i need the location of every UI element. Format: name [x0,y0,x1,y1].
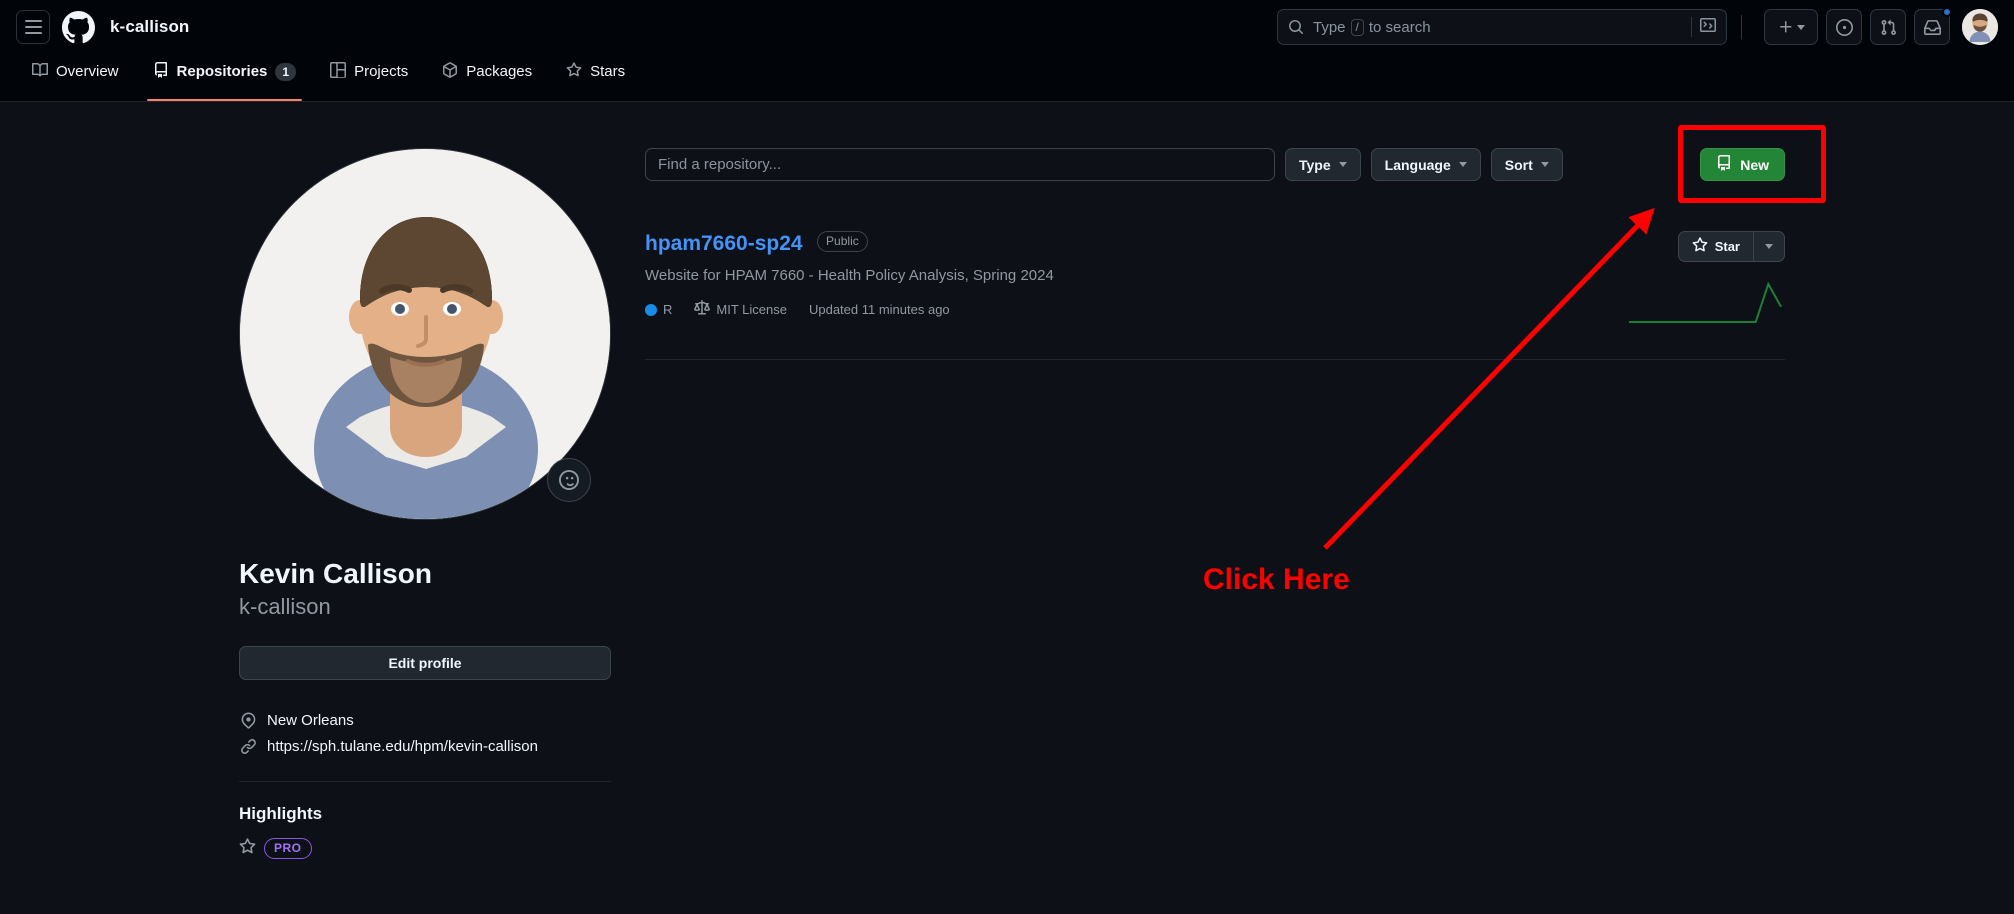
search-input[interactable]: Type / to search [1277,9,1727,45]
type-filter-label: Type [1299,156,1331,173]
terminal-icon[interactable] [1700,17,1716,38]
star-button[interactable]: Star [1677,231,1753,262]
language-filter-label: Language [1384,156,1451,173]
repository-list: hpam7660-sp24 Public Website for HPAM 76… [645,209,1785,360]
project-icon [330,61,347,82]
search-slash-key: / [1350,18,1364,36]
edit-profile-button[interactable]: Edit profile [239,645,611,680]
star-button-label: Star [1714,239,1740,254]
language-filter[interactable]: Language [1370,148,1481,181]
repository-updated-label: Updated 11 minutes ago [808,302,950,317]
new-repository-button[interactable]: New [1700,148,1785,181]
language-color-dot [645,303,657,316]
create-new-button[interactable] [1764,9,1818,45]
highlight-item: PRO [239,837,619,860]
profile-website[interactable]: https://sph.tulane.edu/hpm/kevin-calliso… [239,738,619,755]
header-separator [1741,15,1742,39]
repository-license-label: MIT License [716,302,787,317]
chevron-down-icon [1458,162,1467,167]
status-badge: Public [817,231,868,252]
tab-packages[interactable]: Packages [428,54,546,101]
chevron-down-icon [1338,162,1347,167]
highlights-heading: Highlights [239,803,323,823]
sort-filter[interactable]: Sort [1490,148,1563,181]
new-repository-label: New [1740,156,1769,173]
search-divider [1691,17,1692,37]
package-icon [442,61,458,82]
repository-title-row: hpam7660-sp24 Public [645,231,1625,256]
issues-button[interactable] [1826,9,1862,45]
repository-metadata: R MIT License Updated 11 minutes ago [645,300,1625,319]
tab-overview[interactable]: Overview [18,54,133,101]
page-title: Kevin Callison [239,558,432,589]
location-pin-icon [239,712,257,729]
star-icon [239,837,256,860]
chevron-down-icon [1796,24,1805,30]
tab-stars-label: Stars [590,63,626,80]
new-repository-wrapper: New [1678,125,1827,203]
search-prefix: Type [1313,18,1346,36]
star-options-button[interactable] [1753,231,1785,262]
repository-name-link[interactable]: hpam7660-sp24 [645,232,803,255]
profile-location: New Orleans [239,712,619,729]
star-button-group: Star [1677,231,1785,262]
tab-projects-label: Projects [354,63,409,80]
notification-unread-indicator [1942,7,1952,17]
star-icon [1692,237,1708,256]
search-terminal-group [1691,17,1716,38]
chevron-down-icon [1765,244,1773,249]
repository-description: Website for HPAM 7660 - Health Policy An… [645,267,1054,284]
table-row: hpam7660-sp24 Public Website for HPAM 76… [645,209,1785,360]
set-status-button[interactable] [547,458,591,502]
global-header: k-callison Type / to search [0,0,2014,54]
github-logo-icon[interactable] [62,10,96,44]
profile-meta: New Orleans https://sph.tulane.edu/hpm/k… [239,712,619,755]
profile-login: k-callison [239,594,331,619]
law-icon [694,300,711,319]
tab-repositories-label: Repositories [176,63,268,80]
repository-filter-bar: Type Language Sort New [645,125,1827,203]
profile-location-text: New Orleans [267,711,354,729]
header-actions: Type / to search [1277,7,1998,45]
tab-overview-label: Overview [56,63,119,80]
tab-stars[interactable]: Stars [552,54,639,101]
book-icon [32,62,49,82]
repo-icon [1716,155,1732,174]
repo-icon [153,61,169,82]
repository-language-label: R [663,302,673,317]
repositories-panel: Type Language Sort New hpam7660- [645,125,1827,360]
type-filter[interactable]: Type [1285,148,1361,181]
repositories-count: 1 [275,62,297,81]
repository-info: hpam7660-sp24 Public Website for HPAM 76… [645,231,1625,319]
header-owner-name[interactable]: k-callison [110,17,189,37]
pull-requests-button[interactable] [1870,9,1906,45]
profile-divider [239,780,611,782]
chevron-down-icon [1540,162,1549,167]
annotation-callout-text: Click Here [1203,563,1350,596]
repository-activity-sparkline [1625,280,1785,331]
tab-repositories[interactable]: Repositories 1 [139,54,311,101]
pro-badge: PRO [264,838,312,860]
repository-actions: Star [1625,231,1785,331]
search-suffix: to search [1368,18,1431,36]
link-icon [239,738,257,755]
hamburger-menu-icon[interactable] [16,10,50,44]
notifications-button[interactable] [1914,7,1952,45]
find-repository-input[interactable] [645,148,1275,181]
repository-language: R [645,302,672,317]
search-icon [1288,19,1304,35]
repository-updated: Updated 11 minutes ago [809,302,950,317]
tab-packages-label: Packages [466,63,533,80]
profile-sidebar: Kevin Callison k-callison Edit profile N… [239,148,619,860]
profile-website-text: https://sph.tulane.edu/hpm/kevin-calliso… [267,737,538,755]
search-placeholder-text: Type / to search [1313,18,1431,36]
profile-nav-tabs: Overview Repositories 1 Projects Package… [0,54,2014,102]
user-avatar-button[interactable] [1962,9,1998,45]
tab-projects[interactable]: Projects [316,54,422,101]
repository-license: MIT License [694,300,787,319]
star-icon [566,61,582,82]
sort-filter-label: Sort [1504,156,1533,173]
